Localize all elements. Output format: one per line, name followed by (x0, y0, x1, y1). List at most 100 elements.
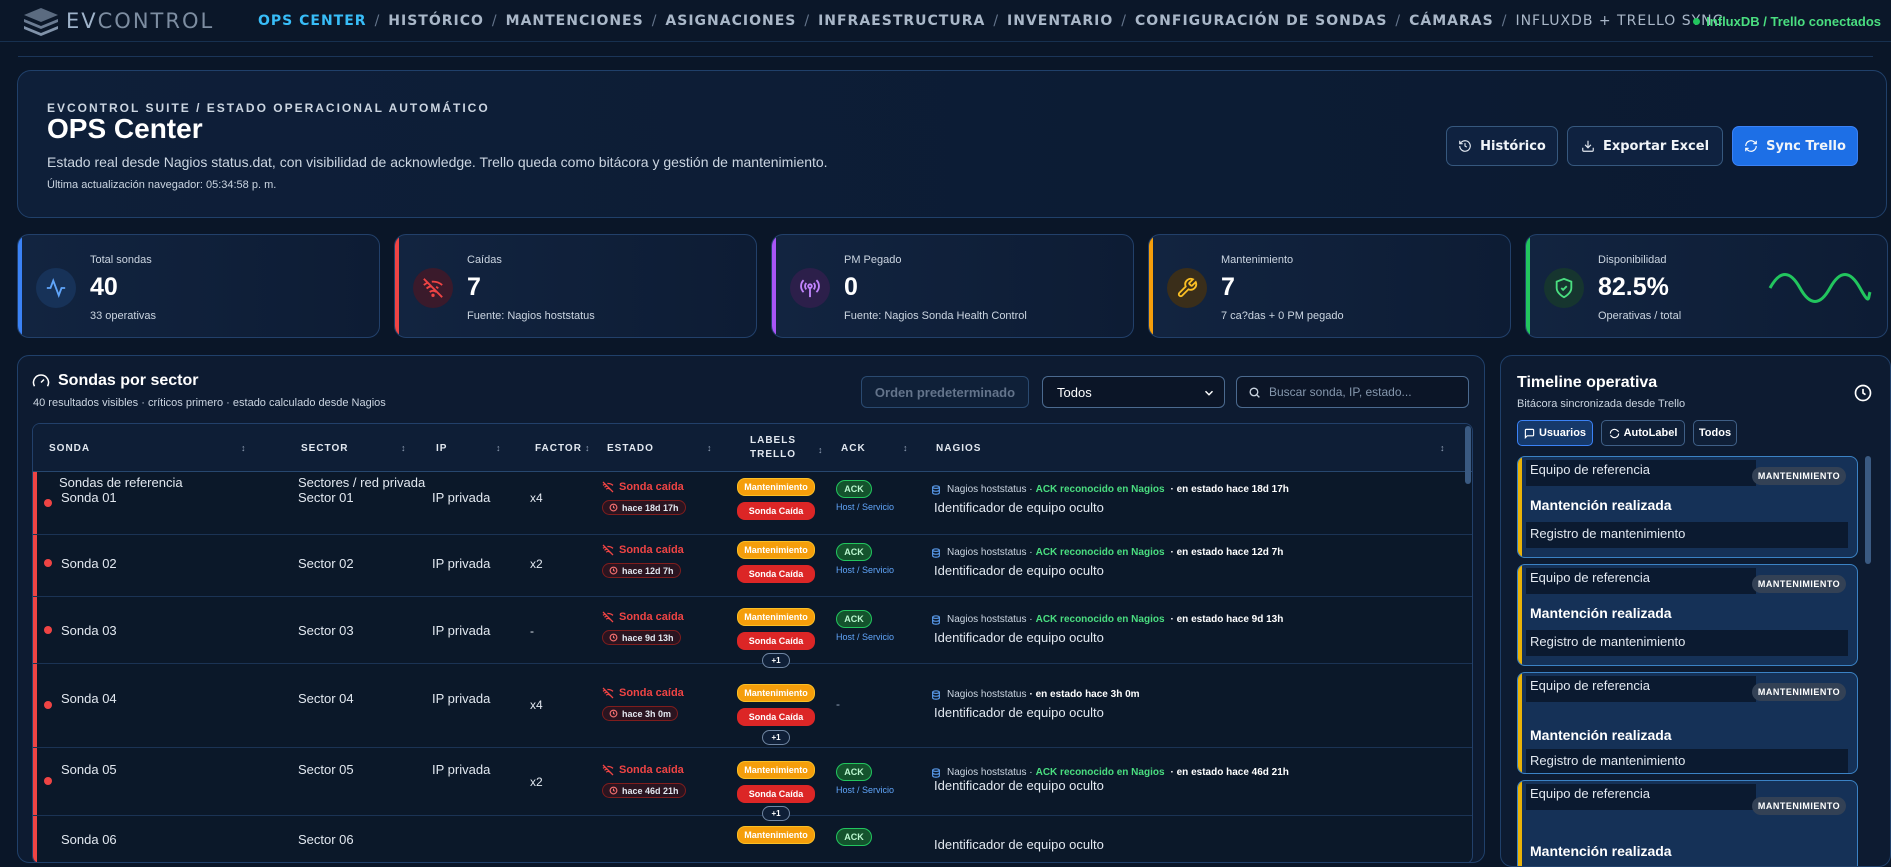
nav-ops-center[interactable]: OPS CENTER (258, 13, 367, 29)
timeline-scrollbar[interactable] (1865, 456, 1871, 564)
table-row[interactable]: Sonda 03 Sector 03 IP privada - Sonda ca… (33, 597, 1472, 668)
ack-subtext: Host / Servicio (836, 502, 895, 512)
search-input[interactable] (1269, 385, 1459, 399)
col-ip[interactable]: IP ↕ (436, 424, 506, 472)
nagios-info: Nagios hoststatus · ACK reconocido en Nag… (931, 547, 1283, 558)
card-title: Mantención realizada (1530, 497, 1672, 513)
app-logo[interactable]: EVCONTROL (22, 6, 214, 36)
cell-sector: Sector 06 (298, 832, 354, 847)
timeline-card[interactable]: Equipo de referencia MANTENIMIENTO Mante… (1517, 780, 1858, 866)
table-row[interactable]: Sonda 04 Sector 04 IP privada x4 Sonda c… (33, 664, 1472, 748)
table-row[interactable]: Sonda 06 Sector 06 Mantenimiento ACK Ide… (33, 816, 1472, 862)
card-accent-bar (1518, 781, 1522, 866)
table-row[interactable]: Sonda 05 Sector 05 IP privada x2 Sonda c… (33, 748, 1472, 821)
timeline-card[interactable]: Equipo de referencia MANTENIMIENTO Mante… (1517, 672, 1858, 774)
cell-ip: IP privada (432, 490, 491, 505)
col-sonda[interactable]: SONDA ↕ (49, 424, 249, 472)
stat-subtext: 7 ca?das + 0 PM pegado (1221, 310, 1344, 322)
card-register: Registro de mantenimiento (1526, 749, 1848, 773)
card-reference: Equipo de referencia (1526, 784, 1756, 810)
card-title: Mantención realizada (1530, 605, 1672, 621)
page-description: Estado real desde Nagios status.dat, con… (47, 154, 828, 170)
timeline-card[interactable]: Equipo de referencia MANTENIMIENTO Mante… (1517, 564, 1858, 666)
cell-sonda: Sonda 06 (61, 832, 117, 847)
sort-icon: ↕ (707, 443, 713, 453)
clock-icon[interactable] (1853, 383, 1873, 403)
label-mantenimiento[interactable]: Mantenimiento (737, 608, 815, 626)
refresh-icon (1609, 428, 1619, 438)
table-row[interactable]: Sonda 02 Sector 02 IP privada x2 Sonda c… (33, 535, 1472, 597)
col-ack[interactable]: ACK ↕ (841, 424, 911, 472)
wifi-off-icon (602, 481, 614, 493)
status-dot-icon (44, 777, 52, 785)
chip-todos[interactable]: Todos (1693, 420, 1737, 446)
nav-configuracion-sondas[interactable]: CONFIGURACIÓN DE SONDAS (1135, 13, 1387, 29)
connection-status: InfluxDB / Trello conectados (1693, 14, 1881, 29)
nav-camaras[interactable]: CÁMARAS (1409, 13, 1494, 29)
nav-infraestructura[interactable]: INFRAESTRUCTURA (818, 13, 985, 29)
status-down: Sonda caída (602, 764, 684, 776)
label-mantenimiento[interactable]: Mantenimiento (737, 478, 815, 496)
export-excel-button[interactable]: Exportar Excel (1567, 126, 1723, 166)
label-mantenimiento[interactable]: Mantenimiento (737, 684, 815, 702)
nav-inventario[interactable]: INVENTARIO (1007, 13, 1113, 29)
group-label-sector: Sectores / red privada (298, 475, 426, 490)
stat-card-mantenimiento: Mantenimiento 7 7 ca?das + 0 PM pegado (1148, 234, 1511, 338)
ack-subtext: Host / Servicio (836, 565, 895, 575)
label-mantenimiento[interactable]: Mantenimiento (737, 761, 815, 779)
page-header: EVCONTROL SUITE / ESTADO OPERACIONAL AUT… (17, 70, 1887, 218)
col-nagios[interactable]: NAGIOS ↕ (936, 424, 1456, 472)
label-sonda-caida[interactable]: Sonda Caída (737, 565, 815, 583)
download-icon (1582, 140, 1594, 152)
stat-accent-bar (1526, 235, 1530, 337)
status-filter-select[interactable]: Todos (1042, 376, 1225, 408)
col-sector[interactable]: SECTOR ↕ (301, 424, 421, 472)
filter-selected-value: Todos (1057, 384, 1092, 400)
cell-sector: Sector 01 (298, 490, 354, 505)
cell-sector: Sector 05 (298, 762, 354, 777)
cell-factor: x2 (530, 775, 543, 789)
label-sonda-caida[interactable]: Sonda Caída (737, 502, 815, 520)
timeline-card[interactable]: Equipo de referencia MANTENIMIENTO Mante… (1517, 456, 1858, 558)
label-sonda-caida[interactable]: Sonda Caída (737, 785, 815, 803)
col-factor[interactable]: FACTOR ↕ (535, 424, 595, 472)
card-accent-bar (1518, 565, 1522, 665)
nav-mantenciones[interactable]: MANTENCIONES (506, 13, 644, 29)
sync-trello-button[interactable]: Sync Trello (1732, 126, 1858, 166)
label-sonda-caida[interactable]: Sonda Caída (737, 708, 815, 726)
stat-label: Disponibilidad (1598, 254, 1667, 266)
chip-autolabel[interactable]: AutoLabel (1601, 420, 1685, 446)
ack-badge: ACK (836, 763, 872, 781)
search-icon (1249, 386, 1260, 398)
gauge-icon (32, 374, 50, 387)
label-mantenimiento[interactable]: Mantenimiento (737, 826, 815, 844)
table-header: SONDA ↕ SECTOR ↕ IP ↕ FACTOR ↕ ESTADO ↕ LABEL… (33, 424, 1472, 472)
stat-subtext: 33 operativas (90, 310, 157, 322)
cell-sonda: Sonda 05 (61, 762, 117, 777)
broadcast-icon (790, 268, 830, 308)
card-register: Registro de mantenimiento (1526, 522, 1848, 548)
default-order-button[interactable]: Orden predeterminado (861, 376, 1029, 408)
nav-historico[interactable]: HISTÓRICO (388, 13, 484, 29)
col-labels-trello[interactable]: LABELS TRELLO ↕ (733, 424, 823, 472)
history-button[interactable]: Histórico (1446, 126, 1558, 166)
cell-sonda: Sonda 03 (61, 623, 117, 638)
search-field[interactable] (1236, 376, 1469, 408)
status-down: Sonda caída (602, 611, 684, 623)
stat-card-pm-pegado: PM Pegado 0 Fuente: Nagios Sonda Health … (771, 234, 1134, 338)
nav-asignaciones[interactable]: ASIGNACIONES (665, 13, 796, 29)
label-mantenimiento[interactable]: Mantenimiento (737, 541, 815, 559)
stat-accent-bar (395, 235, 399, 337)
label-sonda-caida[interactable]: Sonda Caída (737, 632, 815, 650)
chip-usuarios[interactable]: Usuarios (1517, 420, 1593, 446)
last-update-text: Última actualización navegador: 05:34:58… (47, 179, 277, 191)
stat-accent-bar (1149, 235, 1153, 337)
wifi-off-icon (413, 268, 453, 308)
table-row[interactable]: Sondas de referencia Sectores / red priv… (33, 472, 1472, 535)
nav-divider (18, 56, 1873, 57)
ack-subtext: Host / Servicio (836, 632, 895, 642)
more-labels-badge[interactable]: +1 (762, 730, 790, 745)
equipment-id: Identificador de equipo oculto (934, 563, 1104, 578)
age-pill: hace 46d 21h (602, 783, 686, 798)
col-estado[interactable]: ESTADO ↕ (607, 424, 717, 472)
